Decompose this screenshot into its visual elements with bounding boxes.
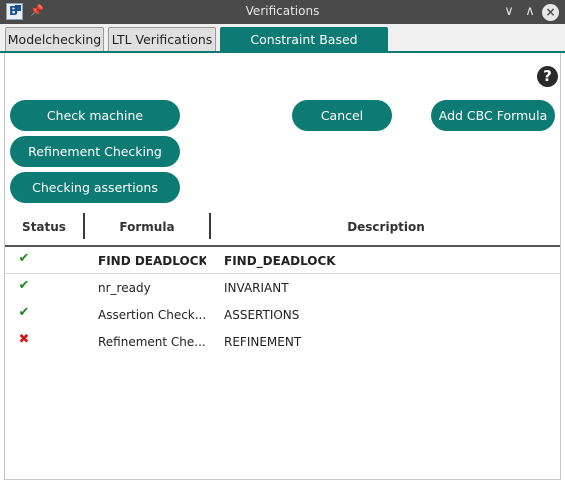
cancel-button[interactable]: Cancel bbox=[292, 100, 392, 131]
refinement-checking-button[interactable]: Refinement Checking bbox=[10, 136, 180, 167]
success-check-icon: ✔ bbox=[18, 251, 30, 266]
column-separator[interactable] bbox=[83, 213, 85, 239]
row-formula[interactable]: FIND DEADLOCK bbox=[98, 252, 206, 270]
row-description[interactable]: INVARIANT bbox=[224, 279, 554, 297]
row-description[interactable]: REFINEMENT bbox=[224, 333, 554, 351]
title-bar: B 📌 Verifications ∨ ∧ × bbox=[0, 0, 565, 24]
row-formula[interactable]: Assertion Check... bbox=[98, 306, 206, 324]
window-title: Verifications bbox=[245, 4, 320, 18]
tab-constraint-based-checking[interactable]: Constraint Based Checking bbox=[220, 27, 388, 71]
error-cross-icon: ✖ bbox=[18, 332, 30, 347]
tab-ltl-verifications[interactable]: LTL Verifications bbox=[108, 27, 216, 52]
check-machine-button[interactable]: Check machine bbox=[10, 100, 180, 131]
add-cbc-formula-button[interactable]: Add CBC Formula bbox=[431, 100, 555, 131]
table-header-divider bbox=[5, 245, 560, 247]
close-button[interactable]: × bbox=[542, 4, 559, 21]
row-divider bbox=[5, 273, 560, 274]
row-formula[interactable]: nr_ready bbox=[98, 279, 206, 297]
help-icon[interactable]: ? bbox=[537, 66, 558, 87]
column-header-formula[interactable]: Formula bbox=[86, 214, 208, 240]
success-check-icon: ✔ bbox=[18, 278, 30, 293]
row-description[interactable]: FIND_DEADLOCK bbox=[224, 252, 554, 270]
success-check-icon: ✔ bbox=[18, 305, 30, 320]
row-formula[interactable]: Refinement Che... bbox=[98, 333, 206, 351]
maximize-button[interactable]: ∧ bbox=[521, 3, 539, 21]
column-header-description[interactable]: Description bbox=[212, 214, 560, 240]
minimize-button[interactable]: ∨ bbox=[500, 3, 518, 21]
column-header-status[interactable]: Status bbox=[10, 214, 78, 240]
row-description[interactable]: ASSERTIONS bbox=[224, 306, 554, 324]
tab-modelchecking[interactable]: Modelchecking bbox=[5, 27, 104, 52]
checking-assertions-button[interactable]: Checking assertions bbox=[10, 172, 180, 203]
column-separator[interactable] bbox=[209, 213, 211, 239]
